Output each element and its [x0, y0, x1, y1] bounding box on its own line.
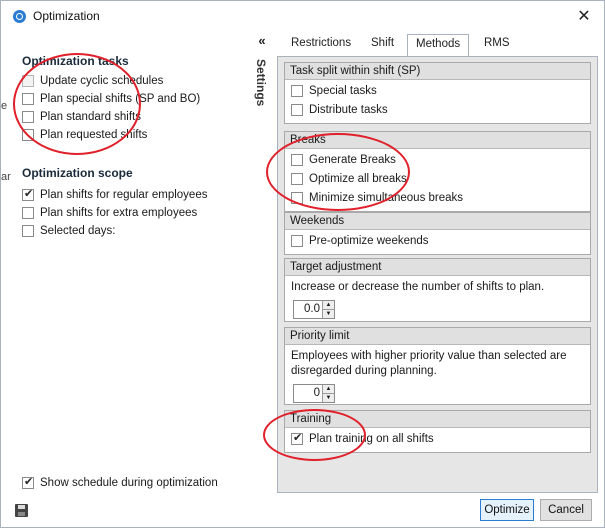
- optimize-button[interactable]: Optimize: [480, 499, 534, 521]
- collapse-settings-button[interactable]: «: [251, 34, 273, 50]
- checkbox[interactable]: [22, 93, 34, 105]
- cancel-button[interactable]: Cancel: [540, 499, 592, 521]
- settings-tabs: Restrictions Shift Methods RMS: [277, 34, 598, 57]
- option-pre-optimize-weekends[interactable]: Pre-optimize weekends: [291, 233, 590, 249]
- group-weekends: Weekends Pre-optimize weekends: [284, 212, 591, 255]
- task-plan-requested-shifts[interactable]: Plan requested shifts: [22, 127, 147, 143]
- group-target-adjustment: Target adjustment Increase or decrease t…: [284, 258, 591, 322]
- target-adjustment-stepper[interactable]: 0.0 ▲ ▼: [293, 300, 335, 319]
- checkbox[interactable]: [291, 173, 303, 185]
- stepper-down-icon[interactable]: ▼: [323, 309, 334, 318]
- group-training: Training Plan training on all shifts: [284, 410, 591, 453]
- group-priority-limit: Priority limit Employees with higher pri…: [284, 327, 591, 405]
- group-header: Task split within shift (SP): [285, 63, 590, 80]
- checkbox[interactable]: [22, 475, 34, 489]
- option-special-tasks[interactable]: Special tasks: [291, 83, 590, 99]
- task-plan-standard-shifts[interactable]: Plan standard shifts: [22, 109, 141, 125]
- show-schedule-option[interactable]: Show schedule during optimization: [22, 475, 218, 491]
- option-distribute-tasks[interactable]: Distribute tasks: [291, 102, 590, 118]
- group-task-split: Task split within shift (SP) Special tas…: [284, 62, 591, 124]
- checkbox[interactable]: [291, 192, 303, 204]
- option-optimize-all-breaks[interactable]: Optimize all breaks: [291, 171, 590, 187]
- tab-rms[interactable]: RMS: [476, 34, 518, 56]
- target-description: Increase or decrease the number of shift…: [291, 281, 545, 293]
- methods-tab-panel: Task split within shift (SP) Special tas…: [277, 56, 598, 493]
- checkbox[interactable]: [291, 104, 303, 116]
- checkbox[interactable]: [291, 85, 303, 97]
- close-button[interactable]: ✕: [564, 1, 604, 31]
- scope-selected-days[interactable]: Selected days:: [22, 223, 115, 239]
- stepper-value[interactable]: 0: [294, 385, 322, 402]
- group-header: Training: [285, 411, 590, 428]
- task-update-cyclic-schedules[interactable]: Update cyclic schedules: [22, 73, 163, 89]
- background-text-fragment: e: [1, 100, 8, 112]
- stepper-up-icon[interactable]: ▲: [323, 385, 334, 393]
- checkbox[interactable]: [22, 187, 34, 201]
- checkbox[interactable]: [291, 235, 303, 247]
- checkbox[interactable]: [291, 431, 303, 445]
- optimization-window: Optimization ✕ e ar Optimization tasks U…: [0, 0, 605, 528]
- title-bar: Optimization ✕: [1, 1, 604, 31]
- app-icon: [13, 10, 26, 23]
- settings-vertical-label[interactable]: Settings: [254, 59, 270, 119]
- save-icon[interactable]: [15, 504, 28, 517]
- group-header: Breaks: [285, 132, 590, 149]
- checkbox[interactable]: [22, 75, 34, 87]
- task-plan-special-shifts[interactable]: Plan special shifts (SP and BO): [22, 91, 200, 107]
- checkbox[interactable]: [22, 129, 34, 141]
- priority-limit-stepper[interactable]: 0 ▲ ▼: [293, 384, 335, 403]
- tab-methods[interactable]: Methods: [407, 34, 470, 57]
- group-header: Target adjustment: [285, 259, 590, 276]
- tab-restrictions[interactable]: Restrictions: [283, 34, 359, 56]
- optimization-options-panel: e ar Optimization tasks Update cyclic sc…: [1, 31, 251, 496]
- optimization-scope-title: Optimization scope: [22, 166, 133, 180]
- window-title: Optimization: [33, 9, 100, 23]
- option-plan-training[interactable]: Plan training on all shifts: [291, 431, 590, 447]
- stepper-up-icon[interactable]: ▲: [323, 301, 334, 309]
- scope-regular-employees[interactable]: Plan shifts for regular employees: [22, 187, 207, 203]
- checkbox[interactable]: [22, 111, 34, 123]
- checkbox[interactable]: [22, 225, 34, 237]
- optimization-tasks-title: Optimization tasks: [22, 54, 129, 68]
- background-text-fragment: ar: [1, 171, 11, 183]
- stepper-down-icon[interactable]: ▼: [323, 393, 334, 402]
- option-minimize-simultaneous-breaks[interactable]: Minimize simultaneous breaks: [291, 190, 590, 206]
- priority-description: Employees with higher priority value tha…: [291, 350, 567, 377]
- scope-extra-employees[interactable]: Plan shifts for extra employees: [22, 205, 197, 221]
- group-breaks: Breaks Generate Breaks Optimize all brea…: [284, 131, 591, 212]
- checkbox[interactable]: [22, 207, 34, 219]
- group-header: Weekends: [285, 213, 590, 230]
- stepper-value[interactable]: 0.0: [294, 301, 322, 318]
- checkbox[interactable]: [291, 154, 303, 166]
- group-header: Priority limit: [285, 328, 590, 345]
- option-generate-breaks[interactable]: Generate Breaks: [291, 152, 590, 168]
- tab-shift[interactable]: Shift: [363, 34, 402, 56]
